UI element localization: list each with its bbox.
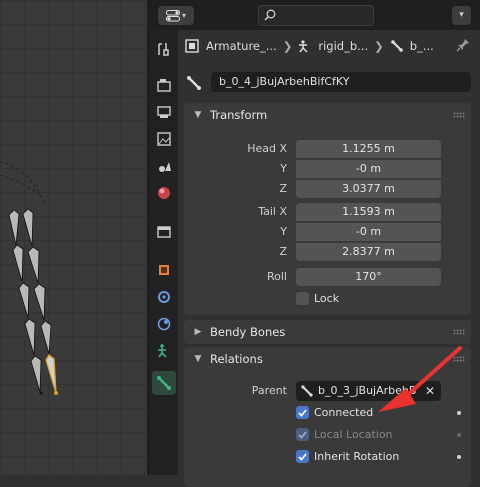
properties-editor: ▾ ▾ Armature_... ❯ rigid_b... ❯ b_... b_…: [150, 0, 480, 487]
annotation-arrow: [378, 346, 462, 412]
selected-bone: [45, 354, 57, 394]
armature-bones: [0, 161, 58, 395]
3d-viewport[interactable]: [0, 0, 147, 475]
